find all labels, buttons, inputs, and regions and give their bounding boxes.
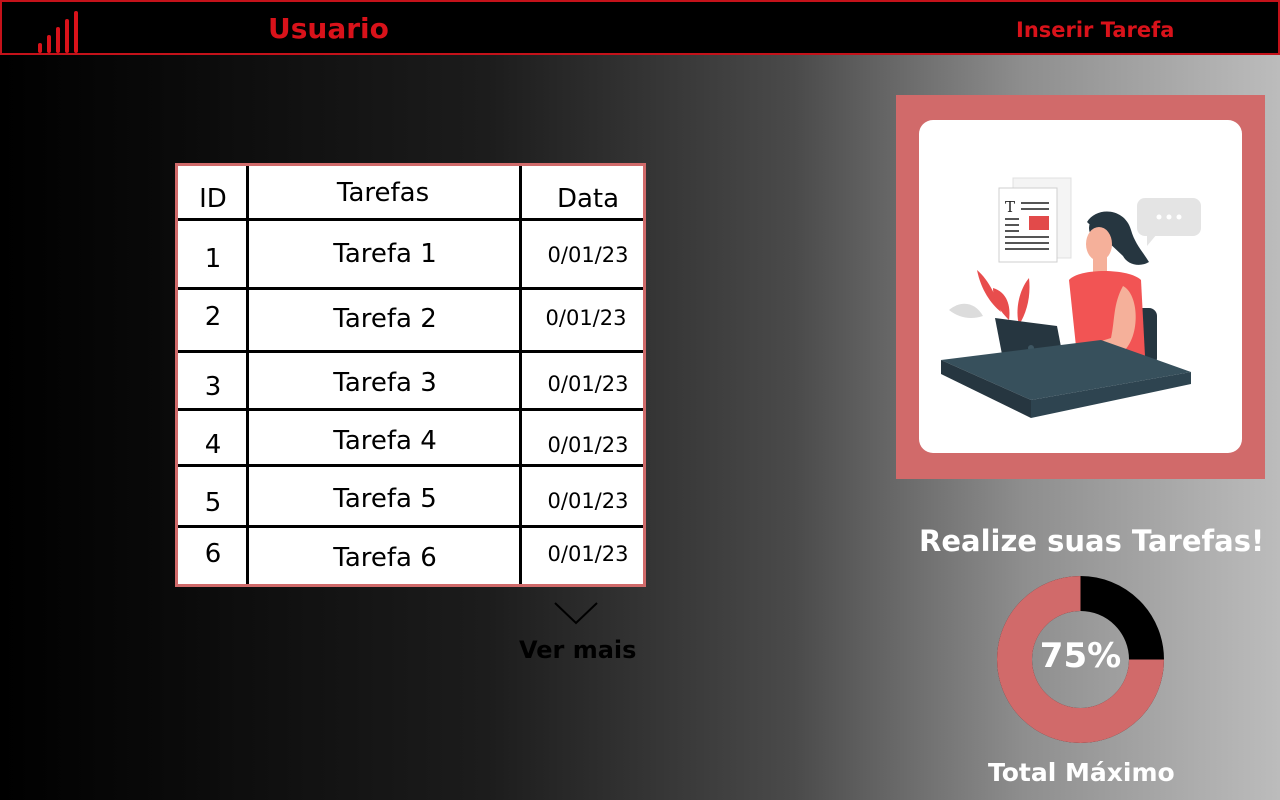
progress-value: 75% <box>1039 636 1122 676</box>
task-id: 1 <box>204 244 222 274</box>
task-id: 4 <box>204 430 222 460</box>
nav-link-usuario[interactable]: Usuario <box>268 12 389 45</box>
task-name: Tarefa 1 <box>333 239 437 269</box>
task-name: Tarefa 3 <box>333 368 437 398</box>
table-divider <box>178 525 643 528</box>
signal-bars-icon[interactable] <box>38 7 90 53</box>
task-name: Tarefa 6 <box>333 543 437 573</box>
task-id: 6 <box>204 539 222 569</box>
column-header-tarefas: Tarefas <box>336 178 430 208</box>
illustration-frame: T <box>896 95 1265 479</box>
column-header-data: Data <box>556 184 620 214</box>
task-date: 0/01/23 <box>547 372 629 396</box>
task-table: ID Tarefas Data 1 Tarefa 1 0/01/23 2 Tar… <box>175 163 646 587</box>
see-more-link[interactable]: Ver mais <box>519 636 636 664</box>
illustration-card: T <box>919 120 1242 453</box>
task-date: 0/01/23 <box>547 243 629 267</box>
column-header-id: ID <box>199 184 227 214</box>
svg-text:T: T <box>1005 198 1015 216</box>
task-name: Tarefa 5 <box>333 484 437 514</box>
progress-caption: Total Máximo <box>988 758 1175 787</box>
task-date: 0/01/23 <box>547 489 629 513</box>
nav-link-inserir-tarefa[interactable]: Inserir Tarefa <box>1016 18 1174 42</box>
table-divider <box>178 287 643 290</box>
task-name: Tarefa 4 <box>333 426 437 456</box>
progress-title: Realize suas Tarefas! <box>919 524 1265 558</box>
task-date: 0/01/23 <box>545 306 627 330</box>
task-id: 3 <box>204 372 222 402</box>
task-id: 5 <box>204 488 222 518</box>
task-id: 2 <box>204 302 222 332</box>
table-divider <box>178 350 643 353</box>
task-date: 0/01/23 <box>547 433 629 457</box>
table-divider <box>178 408 643 411</box>
woman-at-laptop-illustration: T <box>941 177 1201 418</box>
table-divider <box>178 464 643 467</box>
table-divider <box>178 218 643 221</box>
chevron-down-icon[interactable] <box>553 600 599 626</box>
top-navigation-bar: Usuario Inserir Tarefa <box>0 0 1280 55</box>
task-name: Tarefa 2 <box>333 304 437 334</box>
task-date: 0/01/23 <box>547 542 629 566</box>
